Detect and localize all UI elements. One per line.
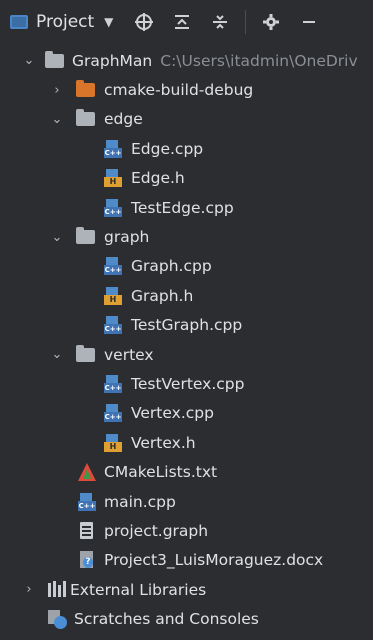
tree-item-file[interactable]: C++ Edge.cpp (0, 134, 373, 163)
cpp-file-icon: C++ (104, 198, 124, 217)
tree-item-file[interactable]: CMakeLists.txt (0, 457, 373, 486)
tree-item-file[interactable]: H Edge.h (0, 164, 373, 193)
header-file-icon: H (104, 433, 124, 452)
cpp-file-icon: C++ (104, 404, 124, 423)
tree-item-file[interactable]: C++ main.cpp (0, 487, 373, 516)
gear-icon[interactable] (258, 9, 284, 35)
chevron-right-icon[interactable]: › (50, 83, 64, 98)
tree-item-vertex[interactable]: ⌄ vertex (0, 340, 373, 369)
collapse-all-icon[interactable] (169, 9, 195, 35)
excluded-folder-icon (76, 80, 96, 99)
file-label: project.graph (104, 521, 209, 540)
folder-icon (76, 109, 96, 128)
tree-item-file[interactable]: C++ Vertex.cpp (0, 399, 373, 428)
tree-item-file[interactable]: project.graph (0, 516, 373, 545)
tree-item-file[interactable]: C++ TestGraph.cpp (0, 311, 373, 340)
expand-all-icon[interactable] (207, 9, 233, 35)
cpp-file-icon: C++ (104, 374, 124, 393)
tree-item-file[interactable]: C++ TestEdge.cpp (0, 193, 373, 222)
crosshair-icon[interactable] (131, 9, 157, 35)
file-label: TestVertex.cpp (131, 374, 245, 393)
file-label: CMakeLists.txt (104, 463, 218, 482)
chevron-down-icon[interactable]: ⌄ (50, 347, 64, 362)
unknown-file-icon: ? (78, 551, 98, 569)
tree-item-scratches[interactable]: Scratches and Consoles (0, 604, 373, 633)
tree-item-file[interactable]: C++ TestVertex.cpp (0, 369, 373, 398)
folder-icon (76, 344, 96, 364)
tree-item-graph[interactable]: ⌄ graph (0, 222, 373, 251)
file-label: Project3_LuisMoraguez.docx (104, 551, 324, 570)
chevron-down-icon[interactable]: ⌄ (50, 230, 64, 245)
header-file-icon: H (104, 169, 124, 188)
folder-label: graph (104, 228, 150, 247)
file-label: main.cpp (104, 492, 176, 511)
tree-item-edge[interactable]: ⌄ edge (0, 105, 373, 134)
tree-item-file[interactable]: H Vertex.h (0, 428, 373, 457)
toolbar-separator (245, 9, 247, 34)
tree-item-cmake-build-debug[interactable]: › cmake-build-debug (0, 75, 373, 104)
folder-icon (45, 50, 65, 70)
tree-item-file[interactable]: ? Project3_LuisMoraguez.docx (0, 546, 373, 575)
file-label: TestEdge.cpp (131, 198, 234, 217)
tree-label: External Libraries (70, 580, 207, 599)
file-label: TestGraph.cpp (131, 316, 243, 335)
minimize-icon[interactable] (296, 9, 322, 35)
root-folder-label: GraphMan (72, 51, 153, 70)
folder-label: edge (104, 110, 143, 129)
library-icon (48, 580, 68, 599)
cpp-file-icon: C++ (104, 139, 124, 158)
header-file-icon: H (104, 286, 124, 305)
chevron-right-icon[interactable]: › (22, 582, 36, 597)
project-toolbar: Project ▼ (0, 0, 373, 43)
folder-label: vertex (104, 345, 154, 364)
chevron-down-icon[interactable]: ⌄ (22, 53, 36, 68)
project-tree: ⌄ GraphMan C:\Users\itadmin\OneDriv › cma… (0, 46, 373, 634)
text-file-icon (80, 521, 100, 540)
root-folder-path: C:\Users\itadmin\OneDriv (160, 51, 358, 70)
cpp-file-icon: C++ (104, 316, 124, 335)
file-label: Vertex.h (131, 433, 196, 452)
tree-item-external-libraries[interactable]: › External Libraries (0, 575, 373, 604)
tree-item-file[interactable]: C++ Graph.cpp (0, 252, 373, 281)
file-label: Vertex.cpp (131, 404, 214, 423)
scratches-icon (48, 610, 68, 630)
tree-item-file[interactable]: H Graph.h (0, 281, 373, 310)
cpp-file-icon: C++ (104, 257, 124, 276)
file-label: Graph.cpp (131, 257, 212, 276)
folder-label: cmake-build-debug (104, 81, 254, 100)
cmake-icon (78, 463, 98, 482)
chevron-down-icon[interactable]: ⌄ (50, 112, 64, 127)
file-label: Edge.cpp (131, 139, 204, 158)
file-label: Graph.h (131, 286, 194, 305)
file-label: Edge.h (131, 169, 185, 188)
tree-label: Scratches and Consoles (74, 610, 259, 629)
folder-icon (76, 227, 96, 246)
project-view-title[interactable]: Project (36, 12, 94, 32)
tree-item-graphman[interactable]: ⌄ GraphMan C:\Users\itadmin\OneDriv (0, 46, 373, 75)
view-dropdown-chevron-icon[interactable]: ▼ (104, 15, 113, 29)
cpp-file-icon: C++ (78, 492, 98, 511)
project-window-icon (10, 14, 28, 29)
